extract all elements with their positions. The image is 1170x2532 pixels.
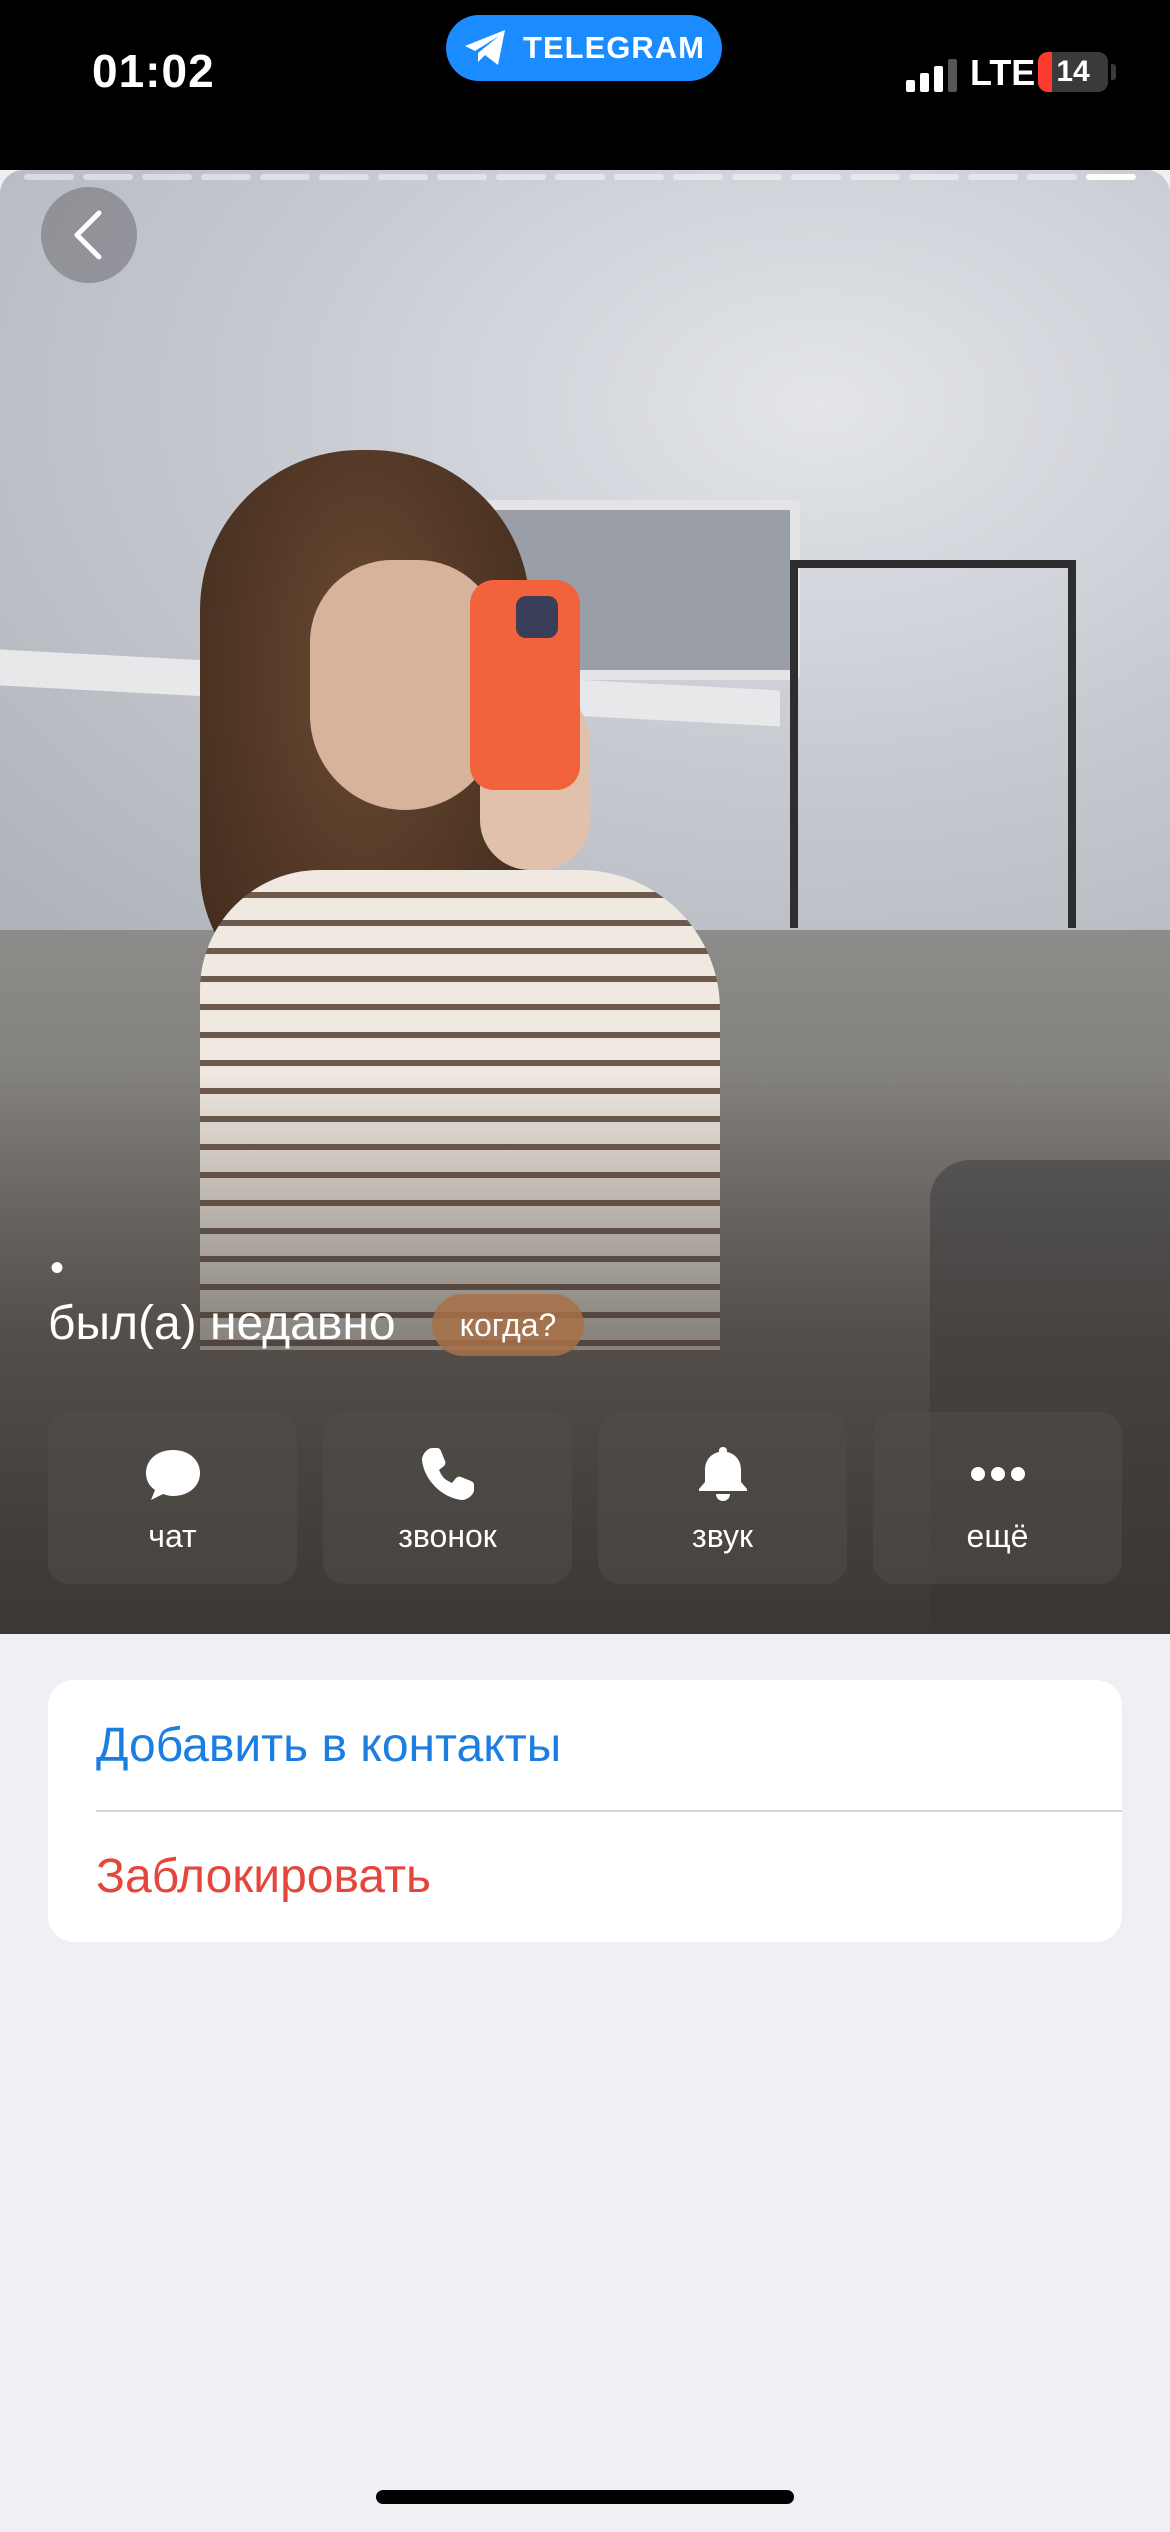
bell-icon	[691, 1442, 755, 1506]
cellular-signal-icon	[906, 56, 957, 92]
profile-actions: чат звонок звук ещё	[48, 1412, 1122, 1584]
back-button[interactable]	[41, 187, 137, 283]
sound-label: звук	[692, 1518, 753, 1554]
more-dots-icon	[966, 1442, 1030, 1506]
photo-progress-segment	[1086, 174, 1136, 180]
photo-progress-segment	[142, 174, 192, 180]
photo-progress-segment	[968, 174, 1018, 180]
chevron-left-icon	[74, 210, 102, 260]
photo-progress-segment	[437, 174, 487, 180]
profile-name: •	[50, 1246, 65, 1290]
profile-options-card: Добавить в контакты Заблокировать	[48, 1680, 1122, 1942]
telegram-app-pill[interactable]: TELEGRAM	[446, 15, 722, 81]
home-indicator[interactable]	[376, 2490, 794, 2504]
block-user-button[interactable]: Заблокировать	[96, 1811, 1122, 1942]
photo-progress-bars	[24, 174, 1136, 180]
more-button[interactable]: ещё	[873, 1412, 1122, 1584]
sound-button[interactable]: звук	[598, 1412, 847, 1584]
photo-progress-segment	[319, 174, 369, 180]
photo-progress-segment	[850, 174, 900, 180]
last-seen-status: был(а) недавно	[48, 1297, 396, 1350]
status-bar: 01:02 TELEGRAM LTE 14	[0, 0, 1170, 170]
more-label: ещё	[966, 1518, 1029, 1554]
photo-progress-segment	[260, 174, 310, 180]
battery-level: 14	[1056, 55, 1090, 88]
chat-button[interactable]: чат	[48, 1412, 297, 1584]
photo-progress-segment	[555, 174, 605, 180]
photo-progress-segment	[673, 174, 723, 180]
network-type: LTE	[970, 52, 1036, 93]
chat-label: чат	[148, 1518, 197, 1554]
when-button[interactable]: когда?	[432, 1294, 584, 1356]
photo-progress-segment	[496, 174, 546, 180]
phone-icon	[416, 1442, 480, 1506]
app-pill-label: TELEGRAM	[523, 30, 705, 65]
battery-icon: 14	[1038, 52, 1108, 92]
photo-progress-segment	[614, 174, 664, 180]
photo-progress-segment	[909, 174, 959, 180]
photo-progress-segment	[732, 174, 782, 180]
profile-screen: 01:02 TELEGRAM LTE 14 • был(а) недавно к…	[0, 0, 1170, 2532]
status-time: 01:02	[92, 45, 215, 97]
photo-progress-segment	[1027, 174, 1077, 180]
photo-progress-segment	[378, 174, 428, 180]
telegram-plane-icon	[465, 30, 506, 65]
battery-cap	[1111, 64, 1116, 80]
photo-progress-segment	[791, 174, 841, 180]
add-to-contacts-button[interactable]: Добавить в контакты	[96, 1680, 1122, 1811]
call-label: звонок	[398, 1518, 497, 1554]
photo-progress-segment	[201, 174, 251, 180]
chat-bubble-icon	[141, 1442, 205, 1506]
photo-progress-segment	[83, 174, 133, 180]
photo-progress-segment	[24, 174, 74, 180]
call-button[interactable]: звонок	[323, 1412, 572, 1584]
